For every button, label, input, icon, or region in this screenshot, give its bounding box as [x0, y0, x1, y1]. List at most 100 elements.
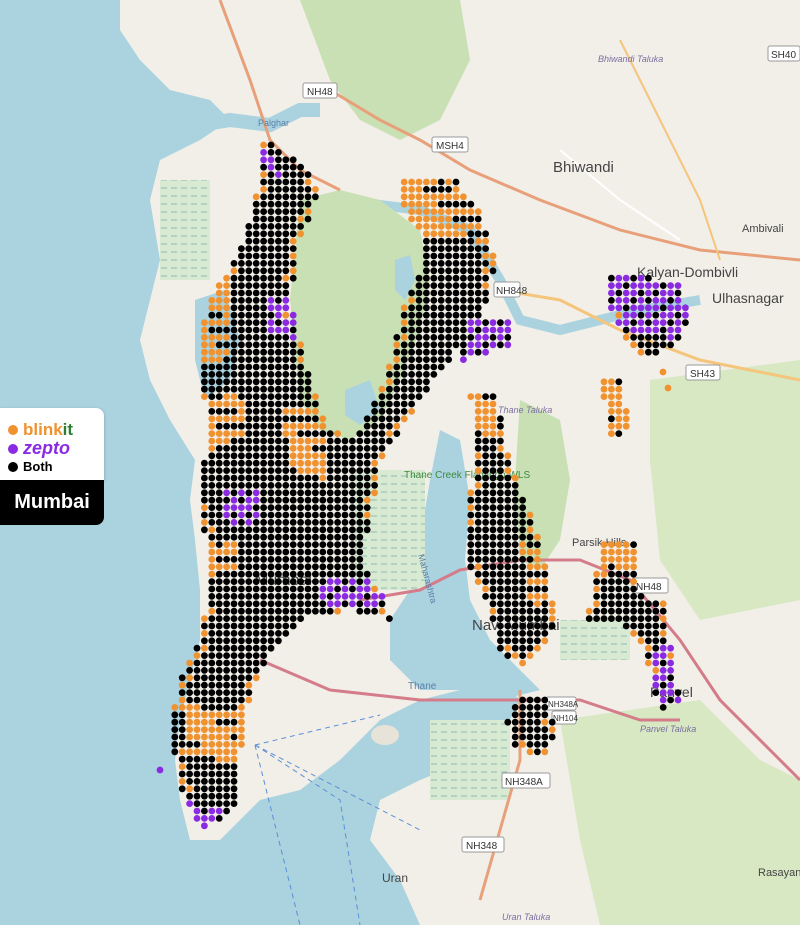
- coverage-dot: [267, 378, 275, 386]
- coverage-dot: [349, 556, 356, 563]
- coverage-dot: [460, 230, 467, 238]
- coverage-dot: [289, 363, 297, 371]
- coverage-dot: [415, 326, 423, 334]
- coverage-dot: [312, 467, 319, 474]
- coverage-dot: [289, 156, 297, 164]
- coverage-dot: [319, 511, 327, 519]
- coverage-dot: [652, 607, 660, 615]
- coverage-dot: [215, 681, 223, 689]
- coverage-dot: [482, 526, 489, 534]
- coverage-dot: [178, 674, 186, 682]
- coverage-dot: [252, 659, 260, 667]
- coverage-dot: [289, 437, 297, 445]
- coverage-dot: [386, 408, 393, 415]
- coverage-dot: [541, 726, 549, 733]
- coverage-dot: [467, 289, 475, 297]
- coverage-dot: [460, 356, 467, 363]
- coverage-dot: [252, 585, 260, 593]
- coverage-dot: [319, 467, 327, 474]
- coverage-dot: [497, 459, 504, 467]
- coverage-dot: [201, 496, 208, 504]
- coverage-dot: [349, 445, 356, 452]
- coverage-dot: [497, 585, 504, 593]
- coverage-dot: [622, 563, 630, 571]
- coverage-dot: [400, 408, 408, 415]
- coverage-dot: [245, 334, 253, 341]
- coverage-dot: [260, 622, 267, 630]
- coverage-dot: [630, 622, 637, 630]
- coverage-dot: [245, 437, 253, 445]
- coverage-dot: [504, 718, 512, 726]
- coverage-dot: [238, 667, 245, 674]
- coverage-dot: [489, 319, 497, 326]
- coverage-dot: [230, 356, 238, 363]
- coverage-dot: [349, 541, 356, 548]
- coverage-dot: [652, 674, 660, 682]
- coverage-dot: [304, 459, 312, 467]
- coverage-dot: [215, 763, 223, 770]
- coverage-dot: [408, 341, 415, 349]
- coverage-dot: [319, 593, 327, 600]
- coverage-dot: [201, 363, 208, 371]
- coverage-dot: [474, 304, 482, 312]
- coverage-dot: [201, 334, 208, 341]
- coverage-dot: [445, 230, 452, 238]
- coverage-dot: [511, 519, 519, 526]
- coverage-dot: [193, 652, 201, 659]
- coverage-dot: [275, 208, 282, 216]
- coverage-dot: [645, 319, 652, 326]
- map-canvas[interactable]: Bhiwandi Bhiwandi Taluka Kalyan-Dombivli…: [0, 0, 800, 925]
- coverage-dot: [260, 149, 267, 156]
- coverage-dot: [215, 615, 223, 622]
- coverage-dot: [349, 593, 356, 600]
- coverage-dot: [267, 334, 275, 341]
- coverage-dot: [548, 733, 556, 741]
- coverage-dot: [511, 593, 519, 600]
- coverage-dot: [275, 163, 282, 171]
- coverage-dot: [534, 718, 541, 726]
- coverage-dot: [437, 282, 445, 289]
- coverage-dot: [186, 674, 194, 682]
- coverage-dot: [356, 482, 364, 489]
- coverage-dot: [304, 186, 312, 193]
- coverage-dot: [238, 726, 245, 733]
- coverage-dot: [415, 274, 423, 282]
- coverage-dot: [482, 252, 489, 260]
- coverage-dot: [674, 311, 682, 319]
- coverage-dot: [252, 430, 260, 437]
- coverage-dot: [452, 252, 460, 260]
- coverage-dot: [504, 593, 512, 600]
- coverage-dot: [534, 533, 541, 541]
- coverage-dot: [312, 511, 319, 519]
- coverage-dot: [275, 371, 282, 378]
- coverage-dot: [408, 311, 415, 319]
- coverage-dot: [275, 319, 282, 326]
- coverage-dot: [386, 378, 393, 386]
- coverage-dot: [319, 607, 327, 615]
- coverage-dot: [230, 615, 238, 622]
- coverage-dot: [215, 356, 223, 363]
- coverage-dot: [260, 570, 267, 578]
- coverage-dot: [238, 733, 245, 741]
- coverage-dot: [482, 237, 489, 245]
- coverage-dot: [215, 385, 223, 393]
- coverage-dot: [482, 437, 489, 445]
- coverage-dot: [378, 385, 386, 393]
- coverage-dot: [230, 704, 238, 711]
- coverage-dot: [467, 267, 475, 275]
- coverage-dot: [423, 297, 430, 304]
- coverage-dot: [252, 593, 260, 600]
- coverage-dot: [201, 341, 208, 349]
- coverage-dot: [223, 563, 231, 571]
- coverage-dot: [504, 644, 512, 652]
- coverage-dot: [230, 467, 238, 474]
- coverage-dot: [238, 356, 245, 363]
- coverage-dot: [504, 585, 512, 593]
- coverage-dot: [267, 171, 275, 179]
- coverage-dot: [489, 526, 497, 534]
- coverage-dot: [193, 748, 201, 756]
- coverage-dot: [497, 496, 504, 504]
- coverage-dot: [252, 334, 260, 341]
- coverage-dot: [356, 607, 364, 615]
- coverage-dot: [245, 593, 253, 600]
